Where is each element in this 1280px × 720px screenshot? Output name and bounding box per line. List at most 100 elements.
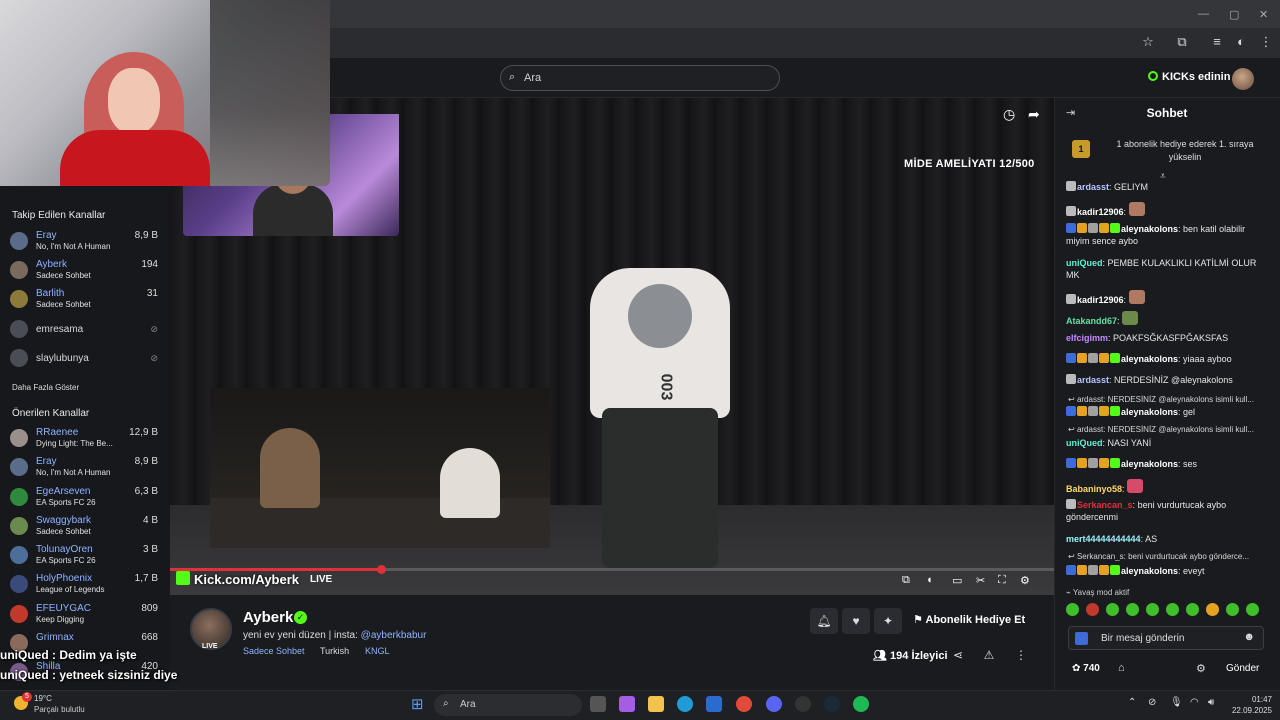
sidebar-item-barlith[interactable]: Barlith Sadece Sohbet 31 xyxy=(10,286,162,314)
sidebar-item-ayberk[interactable]: Ayberk Sadece Sohbet 194 xyxy=(10,257,162,285)
minimize-icon[interactable]: — xyxy=(1198,8,1209,20)
send-button[interactable]: Gönder xyxy=(1226,663,1259,674)
chat-username[interactable]: elfcigimm xyxy=(1066,333,1108,343)
stream-tag[interactable]: KNGL xyxy=(365,646,390,656)
gift-subscription-button[interactable]: ⚑ Abonelik Hediye Et xyxy=(913,613,1025,626)
sidebar-item-slaylubunya[interactable]: slaylubunya ⊘ xyxy=(10,345,162,373)
chat-username[interactable]: kadir12906 xyxy=(1077,295,1124,305)
gift-leaderboard-banner[interactable]: 1 1 abonelik hediye ederek 1. sıraya yük… xyxy=(1070,136,1270,172)
chat-emote-icon xyxy=(1122,311,1139,325)
sidebar-item-tolunayoren[interactable]: TolunayOren EA Sports FC 26 3 B xyxy=(10,542,162,570)
sidebar-item-rraenee[interactable]: RRaenee Dying Light: The Be... 12,9 B xyxy=(10,425,162,453)
emote-icon[interactable] xyxy=(1166,603,1179,616)
share-button[interactable]: ⋖ xyxy=(946,648,970,662)
emote-icon[interactable] xyxy=(1206,603,1219,616)
chat-message: Serkancan_s: beni vurdurtucak aybo gönde… xyxy=(1066,499,1268,523)
menu-kebab-icon[interactable]: ⋮ xyxy=(1257,34,1275,50)
emote-icon[interactable] xyxy=(1246,603,1259,616)
channel-points[interactable]: ✿ 740 xyxy=(1072,663,1100,674)
sidebar-item-eray[interactable]: Eray No, I'm Not A Human 8,9 B xyxy=(10,228,162,256)
store-app-icon[interactable] xyxy=(706,696,722,712)
steam-icon[interactable] xyxy=(824,696,840,712)
obs-icon[interactable] xyxy=(795,696,811,712)
seek-bar[interactable] xyxy=(170,565,1054,574)
chat-username[interactable]: ardasst xyxy=(1077,375,1109,385)
emote-icon[interactable] xyxy=(1086,603,1099,616)
chat-username[interactable]: mert44444444444 xyxy=(1066,534,1141,544)
profile-icon[interactable]: ◐ xyxy=(1232,34,1250,49)
clip-icon[interactable]: ✂ xyxy=(976,574,985,587)
chat-username[interactable]: Atakandd67 xyxy=(1066,316,1117,326)
channel-name[interactable]: Ayberk xyxy=(243,609,293,626)
sidebar-item-eray-recommended[interactable]: Eray No, I'm Not A Human 8,9 B xyxy=(10,454,162,482)
system-clock[interactable]: 01:47 22.09.2025 xyxy=(1228,694,1272,716)
fullscreen-icon[interactable]: ⛶ xyxy=(998,574,1006,587)
search-input[interactable]: ⌕ Ara xyxy=(500,65,780,91)
taskbar-search[interactable]: ⌕ Ara xyxy=(434,694,582,716)
follow-heart-button[interactable]: ♥ xyxy=(842,608,870,634)
show-more-link[interactable]: Daha Fazla Göster xyxy=(12,383,79,392)
chat-username[interactable]: aleynakolons xyxy=(1121,407,1178,417)
speaker-icon[interactable]: 🔊︎ xyxy=(1208,697,1214,708)
windows-start-icon[interactable]: ⊞ xyxy=(411,695,424,713)
spotify-icon[interactable] xyxy=(853,696,869,712)
emote-icon[interactable] xyxy=(1066,603,1079,616)
language-tag[interactable]: Turkish xyxy=(320,646,349,656)
chat-username[interactable]: aleynakolons xyxy=(1121,354,1178,364)
discord-icon[interactable] xyxy=(766,696,782,712)
chrome-icon[interactable] xyxy=(736,696,752,712)
chat-username[interactable]: kadir12906 xyxy=(1077,207,1124,217)
chat-username[interactable]: Babaninyo58 xyxy=(1066,484,1122,494)
chat-username[interactable]: Serkancan_s xyxy=(1077,500,1133,510)
boost-button[interactable]: ✦ xyxy=(874,608,902,634)
copilot-icon[interactable] xyxy=(619,696,635,712)
chat-settings-icon[interactable]: ⚙ xyxy=(1196,662,1206,675)
emoji-picker-icon[interactable]: ☻ xyxy=(1243,631,1255,643)
user-avatar[interactable] xyxy=(1232,68,1254,90)
sidebar-item-holyphoenix[interactable]: HolyPhoenix League of Legends 1,7 B xyxy=(10,571,162,599)
emote-icon[interactable] xyxy=(1186,603,1199,616)
chat-username[interactable]: uniQued xyxy=(1066,438,1103,448)
subscriber-badge-icon xyxy=(1075,632,1088,645)
microphone-icon[interactable]: 🎙︎ xyxy=(1170,697,1183,708)
chat-message-input[interactable]: Bir mesaj gönderin ☻ xyxy=(1068,626,1264,650)
extensions-icon[interactable]: ⧉ xyxy=(1173,34,1191,50)
chat-username[interactable]: aleynakolons xyxy=(1121,459,1178,469)
maximize-icon[interactable]: ▢ xyxy=(1229,8,1239,21)
emote-quick-bar[interactable] xyxy=(1066,603,1270,619)
chat-username[interactable]: aleynakolons xyxy=(1121,224,1178,234)
emote-icon[interactable] xyxy=(1106,603,1119,616)
media-icon[interactable]: ≡ xyxy=(1208,34,1226,49)
clock-icon[interactable]: ◷ xyxy=(1003,106,1015,123)
kicks-button[interactable]: KICKs edinin xyxy=(1148,71,1230,83)
emote-icon[interactable] xyxy=(1226,603,1239,616)
volume-icon[interactable]: ◖ xyxy=(926,574,933,586)
share-arrow-icon[interactable]: ➦ xyxy=(1028,106,1040,123)
chat-username[interactable]: aleynakolons xyxy=(1121,566,1178,576)
close-icon[interactable]: ✕ xyxy=(1259,8,1268,21)
notification-bell-button[interactable]: 🔔︎ xyxy=(810,608,838,634)
emote-icon[interactable] xyxy=(1126,603,1139,616)
network-icon[interactable]: ⊘ xyxy=(1148,697,1156,708)
file-explorer-icon[interactable] xyxy=(648,696,664,712)
bookmark-star-icon[interactable]: ☆ xyxy=(1139,34,1157,50)
more-options-icon[interactable]: ⋮ xyxy=(1009,648,1033,662)
settings-gear-icon[interactable]: ⚙ xyxy=(1020,574,1030,587)
wifi-icon[interactable]: ◠ xyxy=(1190,697,1199,708)
sidebar-item-swaggybark[interactable]: Swaggybark Sadece Sohbet 4 B xyxy=(10,513,162,541)
chat-username[interactable]: ardasst xyxy=(1077,182,1109,192)
chat-username[interactable]: uniQued xyxy=(1066,258,1103,268)
sidebar-item-egearseven[interactable]: EgeArseven EA Sports FC 26 6,3 B xyxy=(10,484,162,512)
sidebar-item-efeuygac[interactable]: EFEUYGAC Keep Digging 809 xyxy=(10,601,162,629)
instagram-handle[interactable]: @ayberkbabur xyxy=(361,630,427,641)
seek-handle[interactable] xyxy=(377,565,386,574)
store-icon[interactable]: ⌂ xyxy=(1118,662,1125,674)
edge-icon[interactable] xyxy=(677,696,693,712)
report-warning-icon[interactable]: ⚠ xyxy=(977,648,1001,662)
theater-mode-icon[interactable]: ▭ xyxy=(952,574,962,587)
sidebar-item-emresama[interactable]: emresama ⊘ xyxy=(10,316,162,344)
task-view-icon[interactable] xyxy=(590,696,606,712)
emote-icon[interactable] xyxy=(1146,603,1159,616)
pip-icon[interactable]: ⧉ xyxy=(902,574,910,587)
tray-overflow-icon[interactable]: ⌃ xyxy=(1128,697,1136,708)
